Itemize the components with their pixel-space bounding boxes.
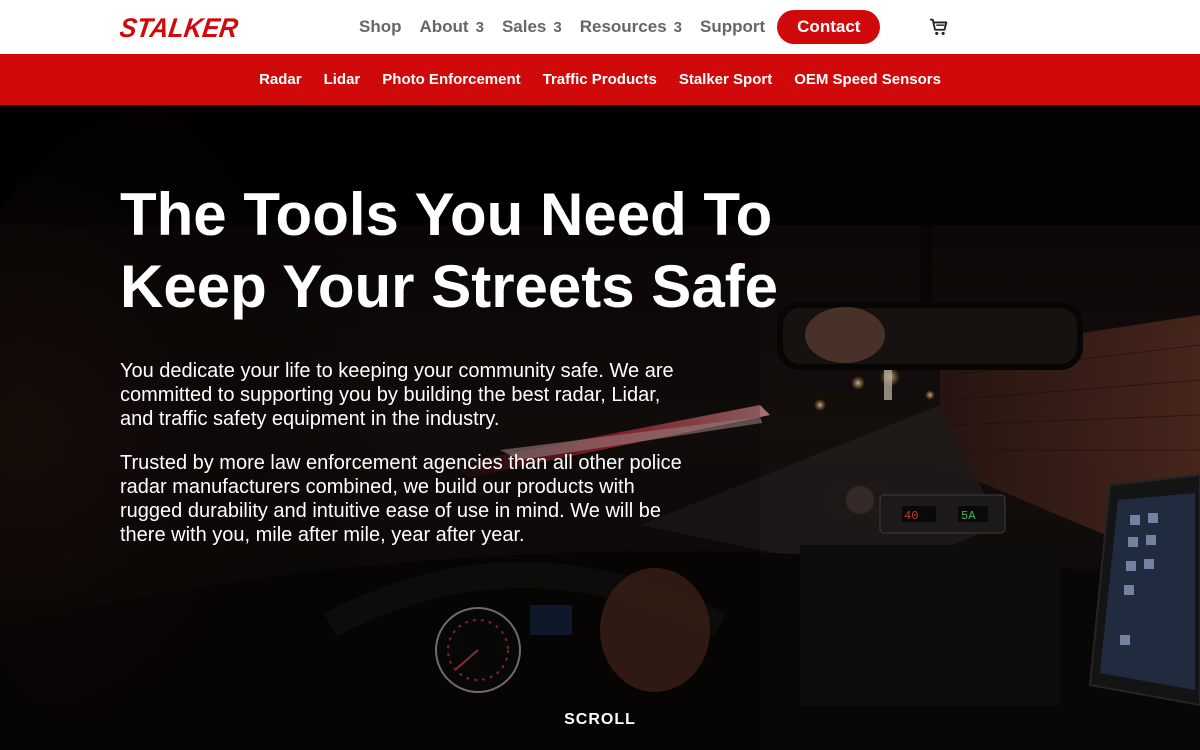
nav-resources-label: Resources xyxy=(579,17,667,36)
nav-sales-label: Sales xyxy=(501,17,547,36)
nav-about-label: About xyxy=(419,17,469,36)
chevron-down-icon: 3 xyxy=(673,18,682,36)
chevron-down-icon: 3 xyxy=(553,18,562,36)
subnav-stalker-sport[interactable]: Stalker Sport xyxy=(679,71,772,88)
nav-sales[interactable]: Sales 3 xyxy=(502,17,562,37)
subnav-photo-enforcement[interactable]: Photo Enforcement xyxy=(382,71,520,88)
hero-section: 40 5A The Tools You Need To Keep Your St… xyxy=(0,105,1200,750)
hero-paragraph-2: Trusted by more law enforcement agencies… xyxy=(120,452,682,546)
nav-about[interactable]: About 3 xyxy=(420,17,484,37)
product-subnav: Radar Lidar Photo Enforcement Traffic Pr… xyxy=(0,54,1200,105)
chevron-down-icon: 3 xyxy=(475,18,484,36)
nav-support[interactable]: Support xyxy=(700,17,765,37)
subnav-oem-speed-sensors[interactable]: OEM Speed Sensors xyxy=(794,71,941,88)
contact-button[interactable]: Contact xyxy=(777,10,881,44)
shopping-cart-icon[interactable] xyxy=(928,16,950,38)
hero-paragraph-1: You dedicate your life to keeping your c… xyxy=(120,360,674,430)
hero-title-line-2: Keep Your Streets Safe xyxy=(120,253,779,320)
hero-title: The Tools You Need To Keep Your Streets … xyxy=(120,179,840,323)
logo-text: STALKER xyxy=(120,13,241,41)
subnav-radar[interactable]: Radar xyxy=(259,71,302,88)
stalker-logo[interactable]: STALKER xyxy=(120,13,246,41)
hero-title-line-1: The Tools You Need To xyxy=(120,181,773,248)
subnav-traffic-products[interactable]: Traffic Products xyxy=(543,71,657,88)
scroll-indicator[interactable]: SCROLL xyxy=(0,711,1200,729)
main-nav: Shop About 3 Sales 3 Resources 3 Support Co… xyxy=(350,10,881,44)
nav-shop[interactable]: Shop xyxy=(359,17,402,37)
site-header: STALKER Shop About 3 Sales 3 Resources 3 Su… xyxy=(0,0,1200,54)
nav-shop-label: Shop xyxy=(359,17,402,36)
subnav-lidar[interactable]: Lidar xyxy=(324,71,361,88)
nav-resources[interactable]: Resources 3 xyxy=(580,17,682,37)
nav-support-label: Support xyxy=(700,17,766,36)
